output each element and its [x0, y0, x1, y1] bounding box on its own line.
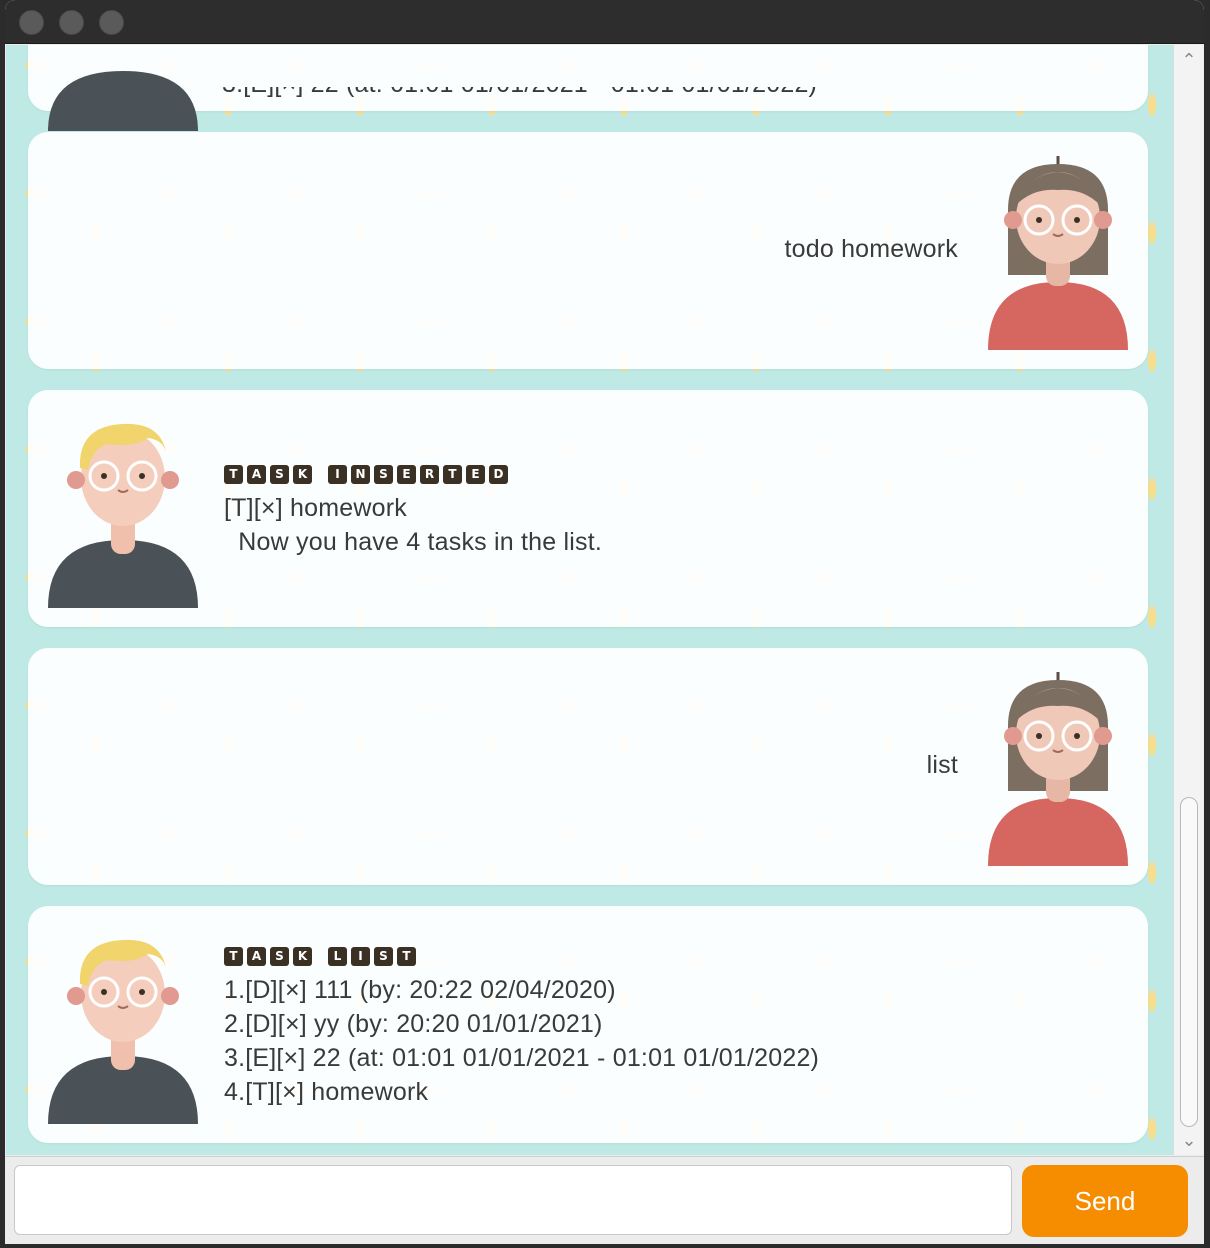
letter-tile: K: [293, 465, 312, 484]
letter-tile: T: [397, 947, 416, 966]
letter-tile: A: [247, 947, 266, 966]
task-list-header: TASKLIST: [224, 947, 819, 967]
dialog-text: list: [926, 751, 958, 779]
dialog-line: Now you have 4 tasks in the list.: [224, 528, 603, 556]
letter-tile: K: [293, 947, 312, 966]
send-button[interactable]: Send: [1022, 1165, 1188, 1237]
app-window: 3.[E][×] 22 (at: 01:01 01/01/2021 - 01:0…: [5, 0, 1204, 1244]
letter-tile: T: [443, 465, 462, 484]
scrollbar-thumb[interactable]: [1180, 797, 1198, 1127]
girl-avatar-icon: [988, 156, 1128, 350]
letter-tile: E: [397, 465, 416, 484]
scroll-down-arrow-icon[interactable]: ⌄: [1174, 1125, 1204, 1155]
chat-scroll-pane[interactable]: 3.[E][×] 22 (at: 01:01 01/01/2021 - 01:0…: [6, 45, 1203, 1155]
tile-spacer: [316, 465, 324, 485]
task-list-item: 4.[T][×] homework: [224, 1078, 429, 1106]
title-bar: [5, 0, 1204, 44]
dialog-content: TASKINSERTED [T][×] homework Now you hav…: [224, 465, 602, 559]
letter-tile: L: [328, 947, 347, 966]
letter-tile: N: [351, 465, 370, 484]
task-list-item: 2.[D][×] yy (by: 20:20 01/01/2021): [224, 1010, 603, 1038]
letter-tile: A: [247, 465, 266, 484]
bot-dialog-box: TASKLIST 1.[D][×] 111 (by: 20:22 02/04/2…: [28, 906, 1148, 1143]
letter-tile: S: [374, 947, 393, 966]
task-list-item: 1.[D][×] 111 (by: 20:22 02/04/2020): [224, 976, 616, 1004]
zoom-window-button[interactable]: [99, 10, 124, 35]
user-dialog-box: list: [28, 648, 1148, 885]
boy-avatar-icon: [48, 71, 198, 131]
scroll-up-arrow-icon[interactable]: ⌃: [1174, 45, 1204, 75]
letter-tile: D: [489, 465, 508, 484]
letter-tile: S: [270, 947, 289, 966]
task-list-item: 3.[E][×] 22 (at: 01:01 01/01/2021 - 01:0…: [224, 1044, 820, 1072]
vertical-scrollbar[interactable]: ⌃ ⌄: [1173, 45, 1203, 1155]
tile-spacer: [316, 947, 324, 967]
bot-dialog-box: 3.[E][×] 22 (at: 01:01 01/01/2021 - 01:0…: [28, 45, 1148, 131]
bot-dialog-box: TASKINSERTED [T][×] homework Now you hav…: [28, 390, 1148, 627]
input-bar: Send: [5, 1156, 1204, 1244]
dialog-text: todo homework: [784, 235, 958, 263]
boy-avatar-icon: [48, 423, 198, 608]
boy-avatar-icon: [48, 939, 198, 1124]
letter-tile: E: [466, 465, 485, 484]
dialog-content: TASKLIST 1.[D][×] 111 (by: 20:22 02/04/2…: [224, 947, 819, 1109]
minimize-window-button[interactable]: [59, 10, 84, 35]
dialog-container: 3.[E][×] 22 (at: 01:01 01/01/2021 - 01:0…: [6, 45, 1172, 1155]
task-inserted-header: TASKINSERTED: [224, 465, 602, 485]
user-input[interactable]: [14, 1165, 1012, 1235]
girl-avatar-icon: [988, 672, 1128, 866]
user-dialog-box: todo homework: [28, 132, 1148, 369]
letter-tile: T: [224, 947, 243, 966]
letter-tile: I: [351, 947, 370, 966]
letter-tile: R: [420, 465, 439, 484]
dialog-line: [T][×] homework: [224, 494, 407, 522]
letter-tile: I: [328, 465, 347, 484]
letter-tile: T: [224, 465, 243, 484]
dialog-text: 3.[E][×] 22 (at: 01:01 01/01/2021 - 01:0…: [222, 70, 818, 98]
close-window-button[interactable]: [19, 10, 44, 35]
letter-tile: S: [374, 465, 393, 484]
letter-tile: S: [270, 465, 289, 484]
